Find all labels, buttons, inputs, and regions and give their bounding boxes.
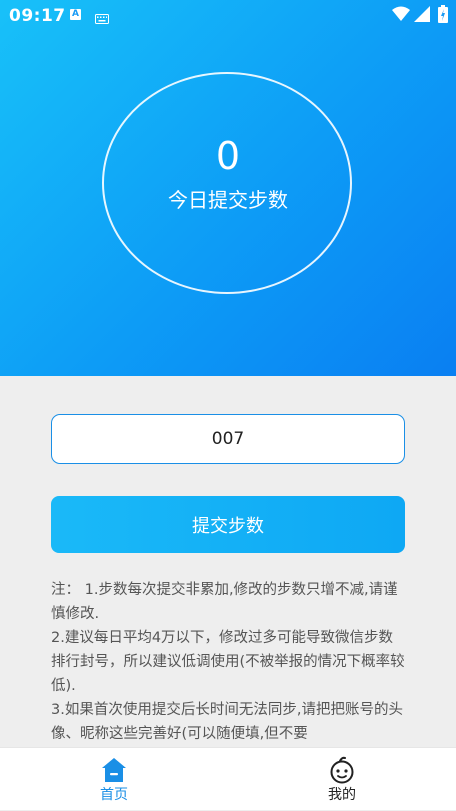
home-icon [100,756,128,784]
submit-steps-button[interactable]: 提交步数 [51,496,405,553]
note-line-2: 2.建议每日平均4万以下，修改过多可能导致微信步数排行封号，所以建议低调使用(不… [51,630,405,694]
status-time: 09:17 [9,6,66,26]
accessibility-a-icon: A [70,9,81,20]
nav-label-mine: 我的 [328,787,356,803]
nav-item-mine[interactable]: 我的 [282,748,402,811]
nav-item-home[interactable]: 首页 [54,748,174,811]
hero-banner: 09:17 A 0 今日提交步数 [0,0,456,376]
steps-input[interactable] [51,414,405,464]
note-line-3: 3.如果首次使用提交后长时间无法同步,请把把账号的头像、昵称这些完善好(可以随便… [51,702,403,742]
step-count-label: 今日提交步数 [168,188,288,212]
usage-notes: 注： 1.步数每次提交非累加,修改的步数只增不减,请谨慎修改. 2.建议每日平均… [51,578,407,748]
status-bar: 09:17 A [0,0,456,30]
face-icon [328,756,356,784]
signal-icon [414,6,430,26]
step-count-value: 0 [215,134,241,178]
wifi-icon [392,6,410,26]
note-line-1: 注： 1.步数每次提交非累加,修改的步数只增不减,请谨慎修改. [51,582,398,622]
battery-icon [438,5,448,27]
step-count-ring [102,72,352,294]
nav-label-home: 首页 [100,787,128,803]
bottom-nav: 首页 我的 [0,747,456,810]
keyboard-icon [95,9,109,28]
